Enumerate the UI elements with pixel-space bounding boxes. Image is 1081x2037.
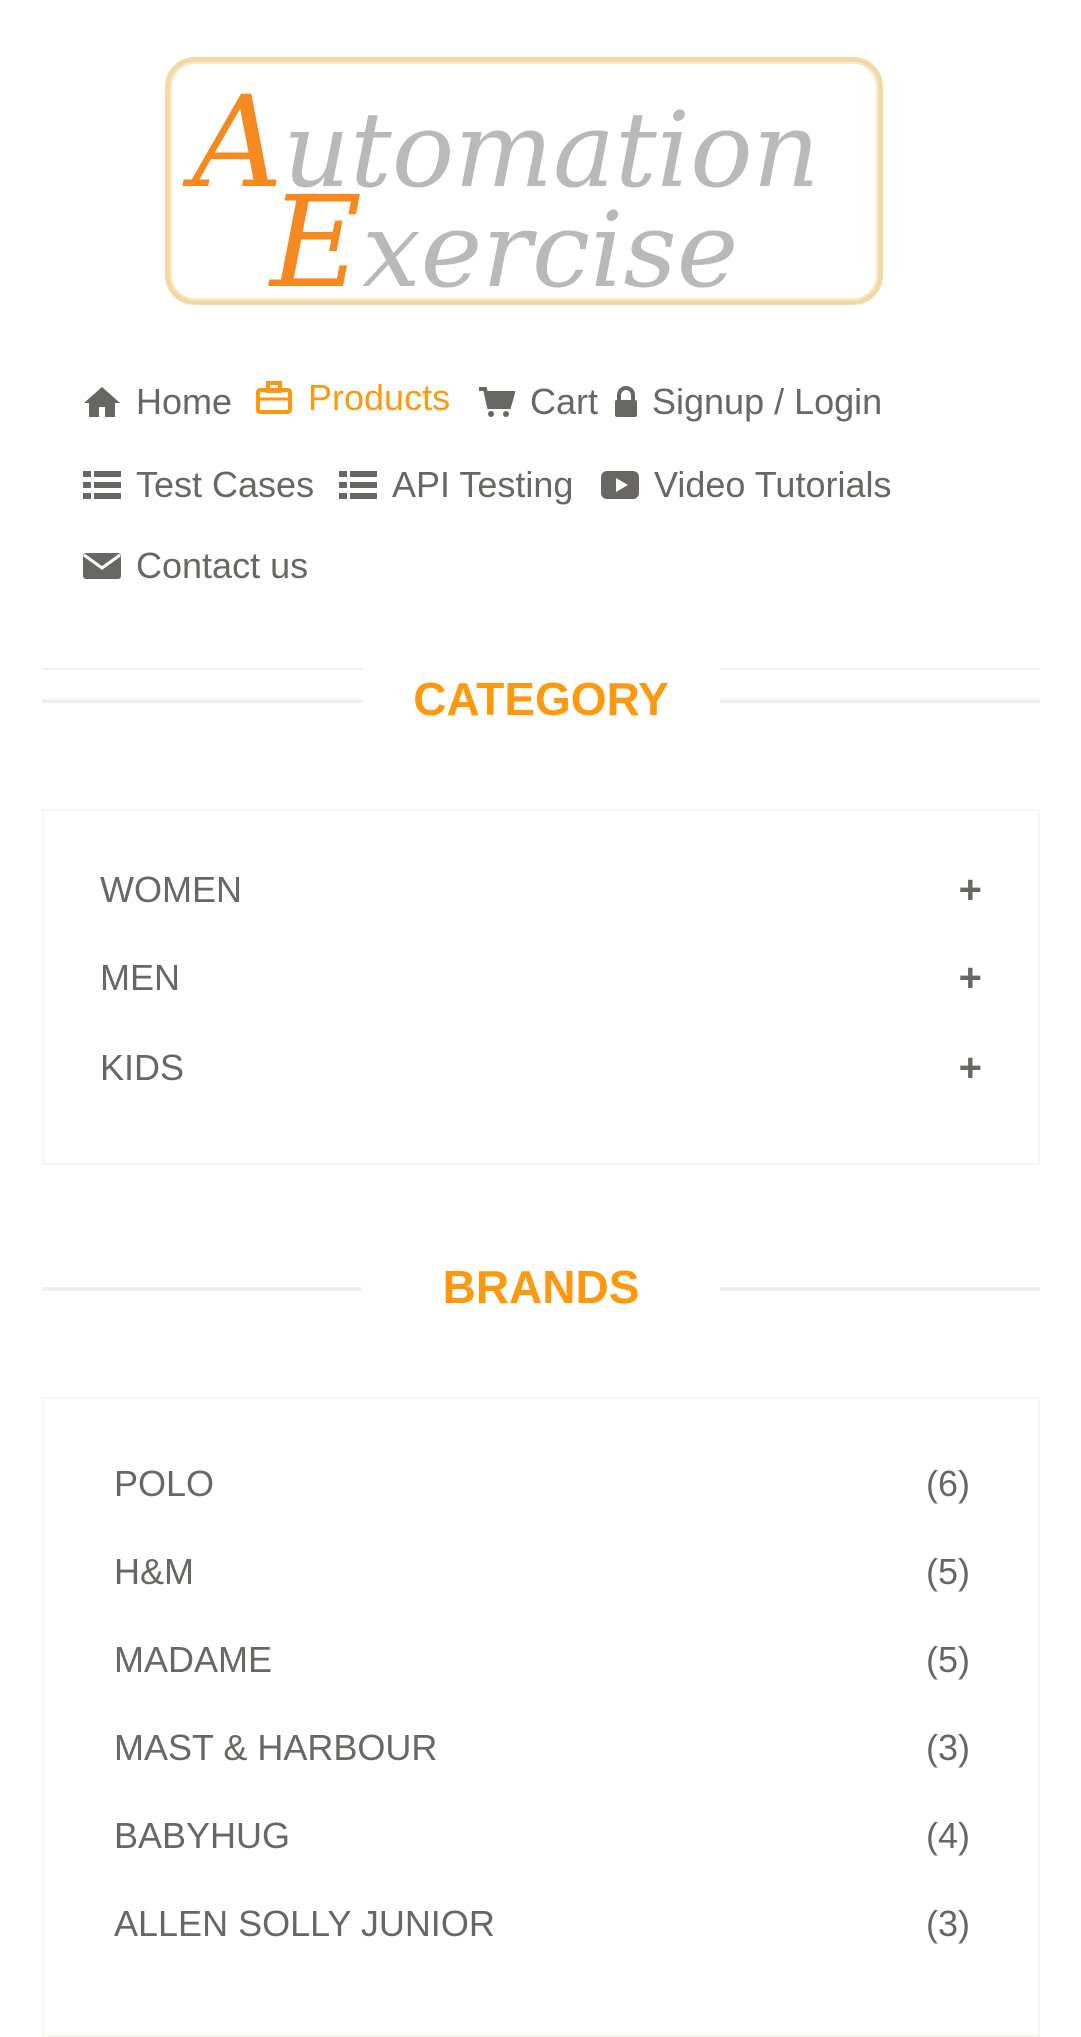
brand-count: (6) bbox=[926, 1463, 970, 1504]
category-item-kids[interactable]: KIDS + bbox=[100, 1043, 982, 1093]
brand-name: POLO bbox=[114, 1463, 215, 1504]
brand-count: (5) bbox=[926, 1639, 970, 1680]
category-item-men[interactable]: MEN + bbox=[100, 953, 982, 1003]
category-heading: CATEGORY bbox=[42, 665, 1040, 725]
list-icon bbox=[80, 463, 124, 507]
category-label: MEN bbox=[100, 957, 180, 998]
briefcase-icon bbox=[252, 376, 296, 420]
brand-name: ALLEN SOLLY JUNIOR bbox=[114, 1903, 495, 1944]
brand-name: H&M bbox=[114, 1551, 194, 1592]
category-item-women[interactable]: WOMEN + bbox=[100, 865, 982, 915]
envelope-icon bbox=[80, 544, 124, 588]
brand-item[interactable]: ALLEN SOLLY JUNIOR (3) bbox=[114, 1899, 970, 1949]
plus-icon[interactable]: + bbox=[959, 870, 982, 910]
brand-count: (4) bbox=[926, 1815, 970, 1856]
nav-home[interactable]: Home bbox=[80, 380, 232, 424]
category-panel: WOMEN + MEN + KIDS + bbox=[42, 809, 1040, 1165]
youtube-play-icon bbox=[598, 463, 642, 507]
nav-cart[interactable]: Cart bbox=[474, 380, 598, 424]
nav-test-cases[interactable]: Test Cases bbox=[80, 463, 314, 507]
shopping-cart-icon bbox=[474, 380, 518, 424]
nav-home-label: Home bbox=[136, 381, 233, 422]
brand-count: (3) bbox=[926, 1903, 970, 1944]
plus-icon[interactable]: + bbox=[959, 958, 982, 998]
nav-test-cases-label: Test Cases bbox=[136, 464, 315, 505]
brand-item[interactable]: MAST & HARBOUR (3) bbox=[114, 1723, 970, 1773]
brands-title: BRANDS bbox=[442, 1261, 640, 1313]
brand-item[interactable]: POLO (6) bbox=[114, 1459, 970, 1509]
site-logo[interactable]: Automation Exercise bbox=[165, 57, 883, 316]
nav-signup-login[interactable]: Signup / Login bbox=[612, 380, 882, 424]
nav-products-label: Products bbox=[308, 377, 451, 418]
brand-name: BABYHUG bbox=[114, 1815, 291, 1856]
brand-name: MADAME bbox=[114, 1639, 273, 1680]
brand-name: MAST & HARBOUR bbox=[114, 1727, 438, 1768]
home-icon bbox=[80, 380, 124, 424]
nav-contact-us[interactable]: Contact us bbox=[80, 544, 308, 588]
nav-api-testing[interactable]: API Testing bbox=[336, 463, 573, 507]
brands-heading: BRANDS bbox=[42, 1257, 1040, 1317]
logo-line-2: Exercise bbox=[270, 169, 739, 316]
brand-item[interactable]: BABYHUG (4) bbox=[114, 1811, 970, 1861]
nav-products[interactable]: Products bbox=[252, 376, 450, 420]
nav-video-tutorials[interactable]: Video Tutorials bbox=[598, 463, 891, 507]
brand-count: (3) bbox=[926, 1727, 970, 1768]
category-title: CATEGORY bbox=[413, 673, 669, 725]
category-label: WOMEN bbox=[100, 869, 242, 910]
brand-count: (5) bbox=[926, 1551, 970, 1592]
nav-cart-label: Cart bbox=[530, 381, 599, 422]
nav-api-testing-label: API Testing bbox=[392, 464, 574, 505]
brand-item[interactable]: H&M (5) bbox=[114, 1547, 970, 1597]
plus-icon[interactable]: + bbox=[959, 1048, 982, 1088]
brand-item[interactable]: MADAME (5) bbox=[114, 1635, 970, 1685]
nav-contact-us-label: Contact us bbox=[136, 545, 309, 586]
nav-video-tutorials-label: Video Tutorials bbox=[654, 464, 892, 505]
category-label: KIDS bbox=[100, 1047, 185, 1088]
list-icon bbox=[336, 463, 380, 507]
nav-signup-login-label: Signup / Login bbox=[652, 381, 883, 422]
lock-icon bbox=[612, 380, 640, 424]
brands-panel: POLO (6) H&M (5) MADAME (5) MAST & HARBO… bbox=[42, 1397, 1040, 2037]
